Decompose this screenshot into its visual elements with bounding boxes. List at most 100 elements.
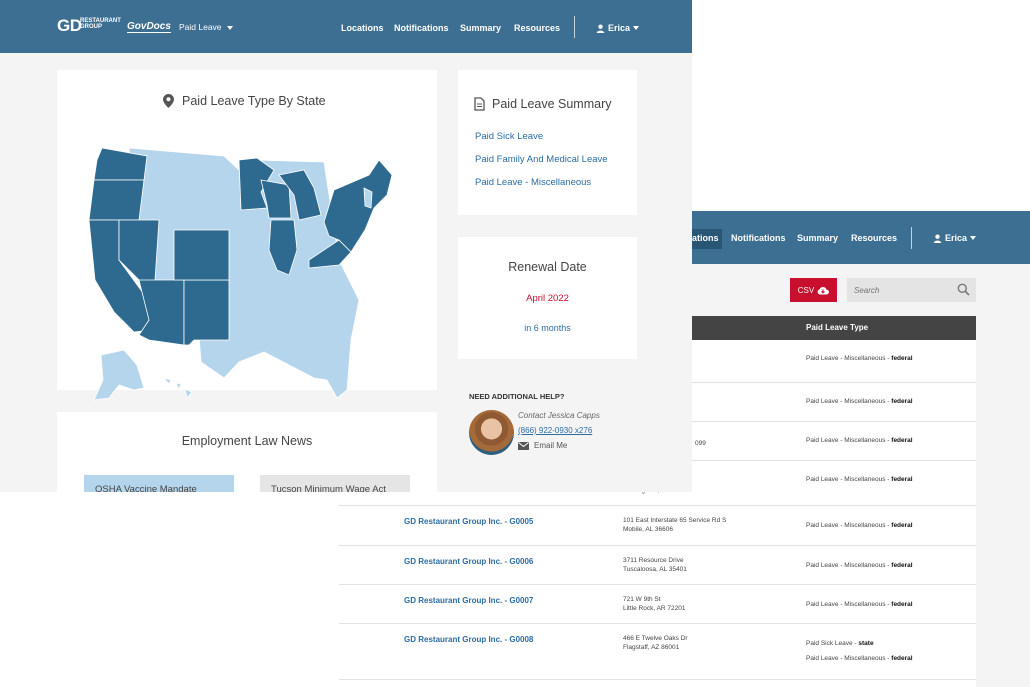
location-address: 101 East Interstate 65 Service Rd S Mobil…: [623, 516, 726, 534]
address-line-2: Little Rock, AR 72201: [623, 605, 686, 612]
table-row[interactable]: GD Restaurant Group Inc. - G0007 721 W 9t…: [339, 585, 976, 624]
state-northeast[interactable]: [323, 159, 393, 253]
renewal-remaining: in 6 months: [524, 323, 571, 333]
location-name-link[interactable]: GD Restaurant Group Inc. - G0008: [404, 635, 533, 644]
location-name-link[interactable]: GD Restaurant Group Inc. - G0007: [404, 596, 533, 605]
search-field[interactable]: [847, 278, 976, 302]
gd-logo[interactable]: GD: [57, 16, 82, 36]
nav-resources-link[interactable]: Resources: [514, 23, 560, 33]
leave-type-level: federal: [891, 437, 913, 444]
state-colorado[interactable]: [173, 229, 230, 281]
state-alaska[interactable]: [93, 349, 145, 401]
address-line-1: 721 W 9th St: [623, 596, 661, 603]
renewal-date-card: Renewal Date April 2022 in 6 months: [458, 237, 637, 359]
leave-type-category: Paid Leave - Miscellaneous: [806, 522, 886, 529]
table-row[interactable]: GD Restaurant Group Inc. - G0006 3711 Res…: [339, 546, 976, 585]
leave-type-category: Paid Leave - Miscellaneous: [806, 476, 886, 483]
cloud-download-icon: [817, 286, 830, 294]
user-name: Erica: [608, 23, 631, 33]
csv-export-button[interactable]: CSV: [790, 278, 837, 302]
state-oregon[interactable]: [89, 179, 145, 221]
help-phone-link[interactable]: (866) 922-0930 x276: [518, 426, 592, 435]
user-menu[interactable]: Erica: [596, 23, 640, 33]
nav-notifications-link[interactable]: Notifications: [731, 233, 786, 243]
leave-type: Paid Sick Leave - state: [806, 640, 874, 647]
location-address: 099: [695, 440, 706, 447]
leave-type: Paid Leave - Miscellaneous - federal: [806, 562, 913, 569]
help-heading: NEED ADDITIONAL HELP?: [469, 392, 565, 401]
leave-type-level: federal: [891, 562, 913, 569]
leave-type-level: federal: [891, 601, 913, 608]
paid-leave-map-card: Paid Leave Type By State: [57, 70, 437, 401]
nav-divider: [574, 16, 575, 38]
map-pin-icon: [163, 94, 174, 108]
nav-locations-link[interactable]: ations: [692, 233, 719, 243]
nav-notifications-link[interactable]: Notifications: [394, 23, 449, 33]
chevron-down-icon: [970, 236, 977, 240]
location-address: 721 W 9th St Little Rock, AR 72201: [623, 595, 686, 613]
leave-type: Paid Leave - Miscellaneous - federal: [806, 476, 913, 483]
link-paid-leave-misc[interactable]: Paid Leave - Miscellaneous: [475, 177, 591, 188]
chevron-down-icon: [633, 26, 640, 30]
nav-resources-link[interactable]: Resources: [851, 233, 897, 243]
map-card-title: Paid Leave Type By State: [182, 94, 326, 108]
csv-label: CSV: [797, 285, 815, 295]
news-item-tucson[interactable]: Tucson Minimum Wage Act: [260, 475, 410, 492]
leave-type-level: federal: [891, 355, 913, 362]
location-name-link[interactable]: GD Restaurant Group Inc. - G0005: [404, 517, 533, 526]
renewal-card-title: Renewal Date: [508, 260, 587, 274]
leave-type-category: Paid Leave - Miscellaneous: [806, 601, 886, 608]
state-hawaii[interactable]: [162, 377, 193, 399]
location-address: 466 E Twelve Oaks Dr Flagstaff, AZ 86001: [623, 634, 688, 652]
news-card-title: Employment Law News: [181, 434, 313, 448]
gd-logo-text: RESTAURANT GROUP: [80, 18, 121, 30]
state-new-hampshire[interactable]: [363, 187, 373, 209]
help-contact-name: Contact Jessica Capps: [518, 411, 600, 420]
dashboard-window: GD RESTAURANT GROUP GovDocs Paid Leave Lo…: [0, 0, 692, 492]
avatar: [469, 410, 514, 455]
govdocs-logo[interactable]: GovDocs: [127, 21, 171, 33]
us-states-map[interactable]: [89, 140, 399, 405]
address-line-1: 101 East Interstate 65 Service Rd S: [623, 517, 727, 524]
leave-type-level: federal: [891, 398, 913, 405]
logo-text-line-2: GROUP: [80, 24, 103, 30]
user-icon: [596, 24, 605, 33]
link-paid-family-medical-leave[interactable]: Paid Family And Medical Leave: [475, 154, 608, 165]
leave-type: Paid Leave - Miscellaneous - federal: [806, 355, 913, 362]
mail-icon: [518, 441, 529, 450]
state-new-mexico[interactable]: [183, 279, 230, 346]
link-paid-sick-leave[interactable]: Paid Sick Leave: [475, 131, 543, 142]
document-icon: [474, 97, 485, 111]
leave-type-category: Paid Leave - Miscellaneous: [806, 655, 886, 662]
table-row[interactable]: GD Restaurant Group Inc. - G0005 101 East…: [339, 506, 976, 546]
email-me-link[interactable]: Email Me: [518, 441, 567, 450]
user-menu[interactable]: Erica: [933, 233, 977, 243]
leave-type: Paid Leave - Miscellaneous - federal: [806, 437, 913, 444]
leave-type: Paid Leave - Miscellaneous - federal: [806, 601, 913, 608]
address-line-2: Mobile, AL 36606: [623, 526, 673, 533]
nav-summary-link[interactable]: Summary: [460, 23, 501, 33]
leave-type-level: federal: [891, 522, 913, 529]
nav-summary-link[interactable]: Summary: [797, 233, 838, 243]
table-row[interactable]: GD Restaurant Group Inc. - G0008 466 E Tw…: [339, 624, 976, 680]
module-dropdown[interactable]: Paid Leave: [179, 22, 233, 32]
leave-type-category: Paid Leave - Miscellaneous: [806, 437, 886, 444]
summary-card-header: Paid Leave Summary: [474, 97, 612, 111]
paid-leave-summary-card: Paid Leave Summary Paid Sick Leave Paid …: [458, 70, 637, 215]
nav-locations-link[interactable]: Locations: [341, 23, 384, 33]
search-icon[interactable]: [957, 283, 970, 296]
chevron-down-icon: [226, 25, 233, 30]
leave-type: Paid Leave - Miscellaneous - federal: [806, 522, 913, 529]
location-name-link[interactable]: GD Restaurant Group Inc. - G0006: [404, 557, 533, 566]
news-item-osha[interactable]: OSHA Vaccine Mandate: [84, 475, 234, 492]
leave-type: Paid Leave - Miscellaneous - federal: [806, 398, 913, 405]
user-name: Erica: [945, 233, 968, 243]
summary-card-title: Paid Leave Summary: [492, 97, 612, 111]
address-line-1: 466 E Twelve Oaks Dr: [623, 635, 688, 642]
leave-type-level: federal: [891, 655, 913, 662]
address-line-2: Tuscaloosa, AL 35401: [623, 566, 687, 573]
address-line-2: Flagstaff, AZ 86001: [623, 644, 680, 651]
module-label: Paid Leave: [179, 22, 222, 32]
leave-type-category: Paid Leave - Miscellaneous: [806, 562, 886, 569]
location-address: 3711 Resource Drive Tuscaloosa, AL 35401: [623, 556, 687, 574]
